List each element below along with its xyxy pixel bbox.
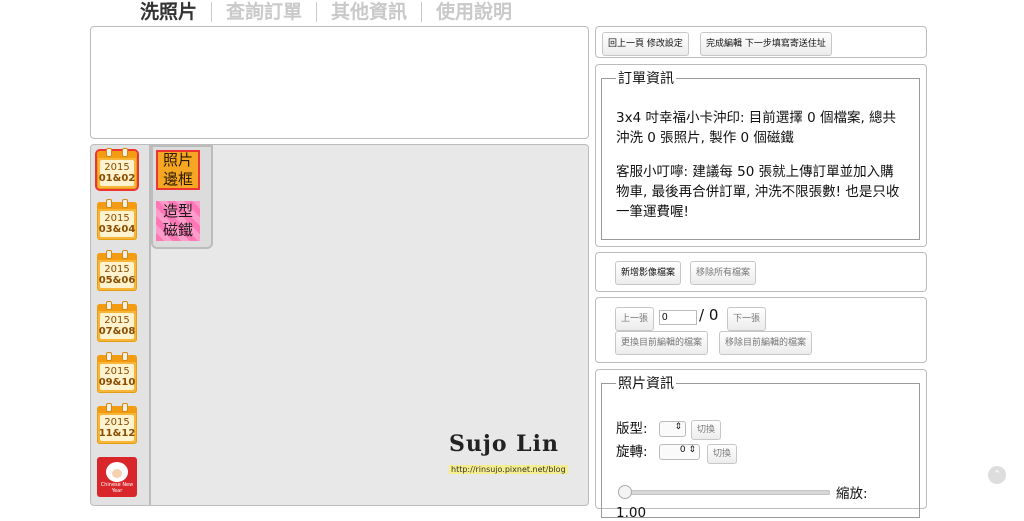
preview-canvas [90, 26, 589, 139]
category-column: 照片 邊框 造型 磁鐵 [151, 145, 213, 249]
order-summary: 3x4 吋幸福小卡沖印: 目前選擇 0 個檔案, 總共沖洗 0 張照片, 製作 … [616, 110, 897, 146]
layout-label: 版型: [616, 421, 648, 437]
rotate-switch-button[interactable]: 切換 [707, 444, 738, 464]
image-index-input[interactable] [659, 310, 697, 325]
rotate-label: 旋轉: [616, 444, 648, 460]
date-thumbnail-column: 2015 01&02 2015 03&04 2015 05&06 2015 07&08 … [91, 145, 151, 505]
tab-order-query[interactable]: 查詢訂單 [212, 1, 316, 23]
remove-current-file-button[interactable]: 移除目前編輯的檔案 [719, 331, 813, 355]
layout-switch-button[interactable]: 切換 [691, 420, 722, 440]
calendar-thumb-mar-apr[interactable]: 2015 03&04 [97, 199, 137, 240]
zoom-slider-track[interactable] [622, 490, 830, 495]
tab-print-photos[interactable]: 洗照片 [140, 1, 211, 23]
new-year-sheep-thumb[interactable]: Chinese New Year [97, 457, 137, 497]
calendar-thumb-jan-feb[interactable]: 2015 01&02 [95, 148, 139, 191]
calendar-thumb-jul-aug[interactable]: 2015 07&08 [97, 301, 137, 342]
remove-all-files-button[interactable]: 移除所有檔案 [690, 261, 757, 285]
calendar-thumb-sep-oct[interactable]: 2015 09&10 [97, 352, 137, 393]
logo-name: Sujo Lin [449, 431, 559, 457]
add-image-button[interactable]: 新增影像檔案 [615, 261, 682, 285]
photo-info-panel: 照片資訊 版型: ⇕ 切換 旋轉: 0 ⇕ 切換 縮放: 1.00 [595, 369, 927, 521]
tab-instructions[interactable]: 使用說明 [422, 1, 526, 23]
photo-info-legend: 照片資訊 [618, 376, 674, 392]
replace-current-file-button[interactable]: 更換目前編輯的檔案 [615, 331, 709, 355]
image-navigation-panel: 上一張 / 0 下一張 更換目前編輯的檔案 移除目前編輯的檔案 [595, 297, 927, 363]
category-photo-frame[interactable]: 照片 邊框 [156, 150, 200, 190]
photo-info-group: 照片資訊 版型: ⇕ 切換 旋轉: 0 ⇕ 切換 縮放: 1.00 [601, 373, 920, 521]
sheep-icon [106, 462, 128, 482]
new-year-caption: Chinese New Year [100, 482, 134, 494]
next-image-button[interactable]: 下一張 [727, 307, 767, 331]
watermark-logo: Sujo Lin http://rinsujo.pixnet.net/blog [449, 431, 574, 476]
zoom-label: 縮放: [836, 486, 868, 502]
rotate-select[interactable]: 0 ⇕ [659, 444, 700, 460]
calendar-thumb-may-jun[interactable]: 2015 05&06 [97, 250, 137, 291]
logo-url: http://rinsujo.pixnet.net/blog [449, 465, 568, 474]
order-info-panel: 訂單資訊 3x4 吋幸福小卡沖印: 目前選擇 0 個檔案, 總共沖洗 0 張照片… [595, 64, 927, 247]
file-panel: 新增影像檔案 移除所有檔案 [595, 252, 927, 292]
category-shaped-magnet[interactable]: 造型 磁鐵 [156, 201, 200, 241]
order-info-legend: 訂單資訊 [618, 71, 674, 87]
category-frame-label: 照片 邊框 [162, 151, 193, 188]
zoom-slider-handle[interactable] [618, 485, 632, 499]
tab-other-info[interactable]: 其他資訊 [317, 1, 421, 23]
top-nav: 洗照片 查詢訂單 其他資訊 使用說明 [140, 0, 526, 24]
back-button[interactable]: 回上一頁 修改設定 [602, 32, 689, 56]
layout-select[interactable]: ⇕ [659, 421, 686, 437]
workspace-panel: 2015 01&02 2015 03&04 2015 05&06 2015 07&08 … [90, 144, 589, 506]
zoom-value: 1.00 [616, 505, 647, 521]
prev-image-button[interactable]: 上一張 [615, 307, 655, 331]
action-toolbar: 回上一頁 修改設定 完成編輯 下一步填寫寄送住址 [595, 26, 927, 58]
category-magnet-label: 造型 磁鐵 [162, 202, 193, 239]
calendar-thumb-nov-dec[interactable]: 2015 11&12 [97, 403, 137, 444]
order-info-group: 訂單資訊 3x4 吋幸福小卡沖印: 目前選擇 0 個檔案, 總共沖洗 0 張照片… [601, 68, 920, 240]
order-tip: 客服小叮嚀: 建議每 50 張就上傳訂單並加入購物車, 最後再合併訂單, 沖洗不… [616, 164, 900, 220]
image-total: / 0 [699, 306, 719, 324]
scroll-top-icon[interactable]: ⌃ [988, 466, 1006, 484]
done-next-button[interactable]: 完成編輯 下一步填寫寄送住址 [700, 32, 832, 56]
